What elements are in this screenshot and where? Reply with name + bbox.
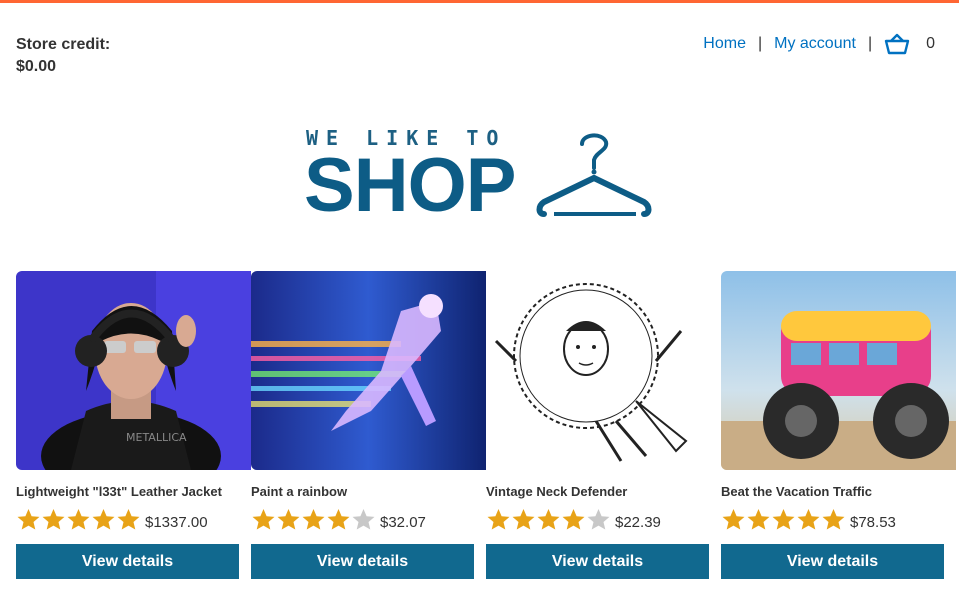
product-rating: $78.53 [721,506,956,532]
star-empty-icon [352,509,375,530]
product-image[interactable] [721,271,956,470]
product-rating: $22.39 [486,506,721,532]
product-card: Beat the Vacation Traffic $78.53 View de… [721,271,956,579]
top-nav: Home | My account | 0 [703,33,935,55]
home-link[interactable]: Home [703,33,746,55]
product-image[interactable] [251,271,486,470]
product-card: Vintage Neck Defender $22.39 View detail… [486,271,721,579]
star-empty-icon [587,509,610,530]
star-filled-icon [747,509,770,530]
nav-separator: | [757,35,763,52]
star-filled-icon [797,509,820,530]
logo-wordmark: SHOP [304,143,516,228]
star-filled-icon [252,509,275,530]
star-filled-icon [42,509,65,530]
star-filled-icon [772,509,795,530]
my-account-link[interactable]: My account [774,33,856,55]
star-filled-icon [327,509,350,530]
star-filled-icon [562,509,585,530]
product-card: Paint a rainbow $32.07 View details [251,271,486,579]
star-rating [16,508,141,530]
product-image[interactable]: METALLICA [16,271,251,470]
store-credit: Store credit: $0.00 [16,34,110,78]
product-rating: $32.07 [251,506,486,532]
nav-separator: | [867,35,873,52]
product-grid: METALLICA Lightweight "l33t" Leather Jac… [16,271,959,581]
product-card: METALLICA Lightweight "l33t" Leather Jac… [16,271,251,579]
star-filled-icon [277,509,300,530]
view-details-button[interactable]: View details [486,544,709,579]
product-price: $1337.00 [145,513,208,531]
woman-with-headphones-photo: METALLICA [16,271,251,470]
star-filled-icon [722,509,745,530]
star-filled-icon [822,509,845,530]
store-credit-value: $0.00 [16,58,57,75]
basket-icon [884,33,910,55]
star-filled-icon [67,509,90,530]
product-name[interactable]: Beat the Vacation Traffic [721,484,956,500]
view-details-button[interactable]: View details [16,544,239,579]
product-price: $78.53 [850,513,896,531]
neck-ruff-illustration [486,271,721,470]
cart-count: 0 [926,35,935,52]
star-filled-icon [537,509,560,530]
star-filled-icon [487,509,510,530]
shop-logo[interactable]: WE LIKE TO SHOP [304,126,656,228]
star-filled-icon [512,509,535,530]
product-price: $22.39 [615,513,661,531]
svg-text:METALLICA: METALLICA [126,431,187,444]
clothes-hanger-icon [536,133,652,217]
view-details-button[interactable]: View details [721,544,944,579]
star-filled-icon [302,509,325,530]
monster-van-photo [721,271,956,470]
product-name[interactable]: Lightweight "l33t" Leather Jacket [16,484,251,500]
star-filled-icon [17,509,40,530]
star-rating [251,508,376,530]
star-filled-icon [117,509,140,530]
product-price: $32.07 [380,513,426,531]
star-filled-icon [92,509,115,530]
product-name[interactable]: Paint a rainbow [251,484,486,500]
star-rating [721,508,846,530]
store-credit-label: Store credit: [16,36,111,53]
top-accent-bar [0,0,959,3]
rainbow-runner-photo [251,271,486,470]
product-image[interactable] [486,271,721,470]
product-name[interactable]: Vintage Neck Defender [486,484,721,500]
view-details-button[interactable]: View details [251,544,474,579]
product-rating: $1337.00 [16,506,251,532]
star-rating [486,508,611,530]
cart-link[interactable] [884,33,910,55]
